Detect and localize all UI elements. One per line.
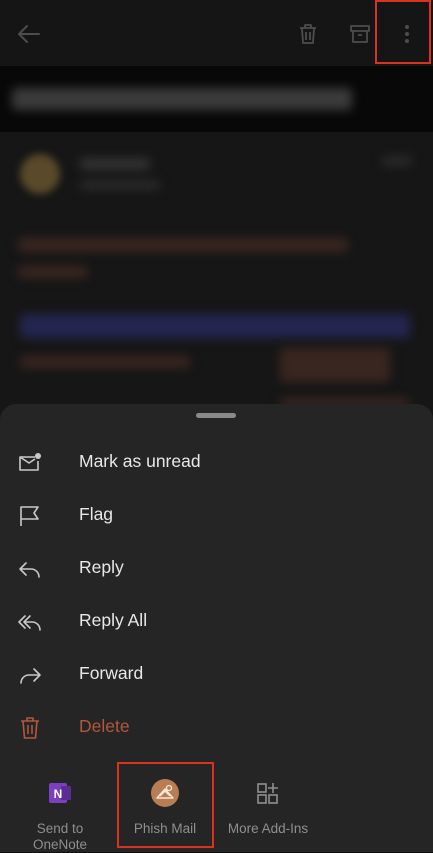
addin-send-to-onenote[interactable]: N Send to OneNote xyxy=(14,778,106,853)
flag-icon xyxy=(16,502,44,530)
menu-item-forward[interactable]: Forward xyxy=(0,648,433,701)
menu-label-reply: Reply xyxy=(79,557,124,577)
sheet-drag-handle[interactable] xyxy=(196,413,236,418)
menu-label-forward: Forward xyxy=(79,663,144,683)
reply-all-icon xyxy=(16,608,44,636)
more-options-highlight xyxy=(375,0,431,64)
menu-item-delete[interactable]: Delete xyxy=(0,701,433,754)
delete-button[interactable] xyxy=(291,17,325,51)
addin-more-add-ins[interactable]: More Add-Ins xyxy=(222,778,314,837)
sender-avatar xyxy=(20,154,60,194)
addin-label-more-add-ins: More Add-Ins xyxy=(227,821,309,836)
menu-label-mark-as-unread: Mark as unread xyxy=(79,451,201,471)
back-button[interactable] xyxy=(12,17,46,51)
svg-text:N: N xyxy=(54,787,63,801)
onenote-icon: N xyxy=(45,778,75,813)
time-blur xyxy=(382,156,412,166)
sender-name-blur xyxy=(80,158,150,170)
back-arrow-icon xyxy=(18,25,40,43)
trash-icon xyxy=(300,24,316,44)
archive-button[interactable] xyxy=(343,17,377,51)
body-line-1-blur xyxy=(18,238,348,252)
delete-icon xyxy=(16,714,44,742)
forward-icon xyxy=(16,661,44,689)
menu-label-reply-all: Reply All xyxy=(79,610,148,630)
addin-label-send-to-onenote: Send to OneNote xyxy=(32,821,88,852)
menu-item-flag[interactable]: Flag xyxy=(0,489,433,542)
phish-mail-highlight xyxy=(117,762,214,848)
email-content-redacted xyxy=(0,132,433,432)
table-cell-1-blur xyxy=(20,356,190,368)
body-line-2-blur xyxy=(18,266,88,278)
menu-label-flag: Flag xyxy=(79,504,114,524)
add-apps-icon xyxy=(253,778,283,813)
subject-blur xyxy=(12,88,352,110)
top-app-bar xyxy=(0,0,433,66)
sender-meta-blur xyxy=(80,180,160,190)
menu-item-mark-as-unread[interactable]: Mark as unread xyxy=(0,436,433,489)
menu-label-delete: Delete xyxy=(79,716,130,736)
table-cell-2-blur xyxy=(280,348,390,382)
reply-icon xyxy=(16,555,44,583)
email-subject-redacted xyxy=(0,66,433,132)
mail-unread-icon xyxy=(16,449,44,477)
table-header-blur xyxy=(20,314,410,338)
menu-item-reply[interactable]: Reply xyxy=(0,542,433,595)
menu-item-reply-all[interactable]: Reply All xyxy=(0,595,433,648)
archive-icon xyxy=(350,25,370,43)
